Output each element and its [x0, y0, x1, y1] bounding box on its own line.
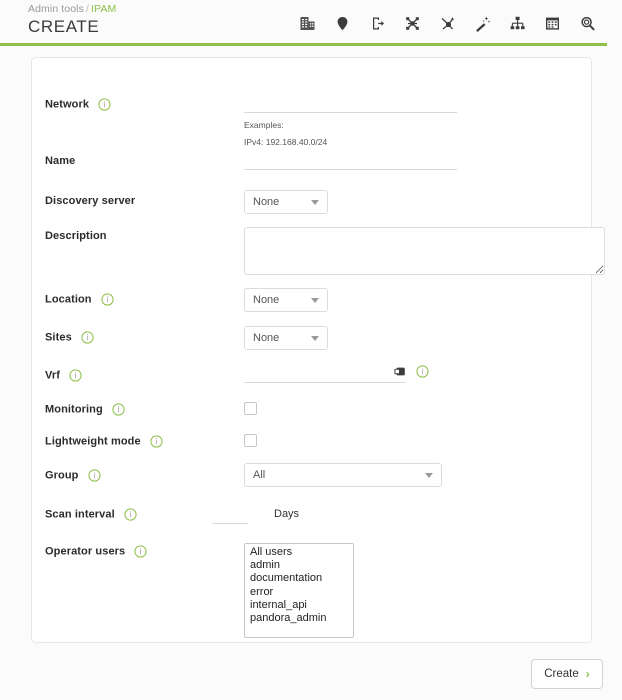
info-icon[interactable]: [112, 403, 125, 416]
create-form-panel: Network Examples: IPv4: 192.168.40.0/24 …: [31, 57, 605, 643]
sites-select[interactable]: None: [244, 326, 328, 350]
description-textarea[interactable]: [244, 227, 605, 275]
operator-users-option[interactable]: error: [246, 586, 352, 599]
scan-interval-input[interactable]: [212, 506, 248, 524]
breadcrumb-parent[interactable]: Admin tools: [28, 3, 84, 15]
description-label: Description: [45, 230, 107, 242]
breadcrumb: Admin tools / IPAM: [28, 3, 116, 15]
breadcrumb-current[interactable]: IPAM: [91, 3, 116, 15]
operator-users-listbox[interactable]: All usersadmindocumentationerrorinternal…: [244, 543, 354, 638]
network-map-icon[interactable]: [395, 9, 430, 37]
operator-users-option[interactable]: admin: [246, 559, 352, 572]
field-row-sites: Sites None: [32, 326, 593, 350]
chevron-down-icon: [311, 335, 319, 341]
scan-interval-label: Scan interval: [45, 508, 137, 521]
info-icon[interactable]: [98, 98, 111, 111]
header-accent-bar: [0, 43, 607, 46]
sites-label: Sites: [45, 331, 94, 344]
monitoring-label: Monitoring: [45, 403, 125, 416]
operator-users-option[interactable]: documentation: [246, 572, 352, 585]
field-row-group: Group All: [32, 463, 593, 487]
info-icon[interactable]: [88, 469, 101, 482]
name-label: Name: [45, 155, 76, 167]
monitoring-checkbox[interactable]: [244, 402, 257, 415]
sitemap-icon[interactable]: [500, 9, 535, 37]
chevron-down-icon: [425, 472, 433, 478]
location-label: Location: [45, 293, 114, 306]
info-icon[interactable]: [150, 435, 163, 448]
page-header: Admin tools / IPAM CREATE: [0, 0, 622, 46]
traceroute-icon[interactable]: [430, 9, 465, 37]
magic-wand-icon[interactable]: [465, 9, 500, 37]
lightweight-mode-label: Lightweight mode: [45, 435, 163, 448]
sites-value: None: [253, 332, 280, 344]
group-value: All: [253, 469, 266, 481]
networks-icon[interactable]: [290, 9, 325, 37]
lightweight-mode-checkbox[interactable]: [244, 434, 257, 447]
field-row-discovery-server: Discovery server None: [32, 190, 593, 214]
vrf-select-icon[interactable]: [394, 365, 407, 378]
operator-users-label: Operator users: [45, 545, 148, 558]
header-actions: [290, 9, 605, 37]
network-input[interactable]: [244, 95, 457, 113]
search-icon[interactable]: [570, 9, 605, 37]
location-select[interactable]: None: [244, 288, 328, 312]
vrf-input[interactable]: [244, 365, 406, 383]
info-icon[interactable]: [124, 508, 137, 521]
export-icon[interactable]: [360, 9, 395, 37]
create-button-label: Create: [544, 668, 579, 680]
info-icon[interactable]: [416, 365, 429, 378]
create-button[interactable]: Create ›: [531, 659, 603, 689]
discovery-server-label: Discovery server: [45, 195, 136, 207]
operator-users-option[interactable]: All users: [246, 546, 352, 559]
field-row-location: Location None: [32, 288, 593, 312]
network-label: Network: [45, 98, 111, 111]
info-icon[interactable]: [81, 331, 94, 344]
info-icon[interactable]: [69, 369, 82, 382]
calendar-icon[interactable]: [535, 9, 570, 37]
operator-users-option[interactable]: internal_api: [246, 599, 352, 612]
location-value: None: [253, 294, 280, 306]
info-icon[interactable]: [134, 545, 148, 558]
location-pin-icon[interactable]: [325, 9, 360, 37]
page-footer: Create ›: [0, 655, 622, 700]
network-helper-title: Examples:: [244, 120, 284, 130]
group-label: Group: [45, 469, 101, 482]
name-input[interactable]: [244, 152, 457, 170]
group-select[interactable]: All: [244, 463, 442, 487]
vrf-label: Vrf: [45, 369, 82, 382]
scan-interval-unit: Days: [274, 508, 300, 520]
network-helper-example: IPv4: 192.168.40.0/24: [244, 137, 328, 147]
chevron-down-icon: [311, 199, 319, 205]
chevron-right-icon: ›: [585, 667, 590, 681]
breadcrumb-separator: /: [85, 3, 89, 15]
discovery-server-select[interactable]: None: [244, 190, 328, 214]
discovery-server-value: None: [253, 196, 280, 208]
header-title-block: Admin tools / IPAM CREATE: [28, 3, 116, 37]
info-icon[interactable]: [101, 293, 114, 306]
operator-users-option[interactable]: pandora_admin: [246, 612, 352, 625]
page-title: CREATE: [28, 17, 100, 36]
chevron-down-icon: [311, 297, 319, 303]
